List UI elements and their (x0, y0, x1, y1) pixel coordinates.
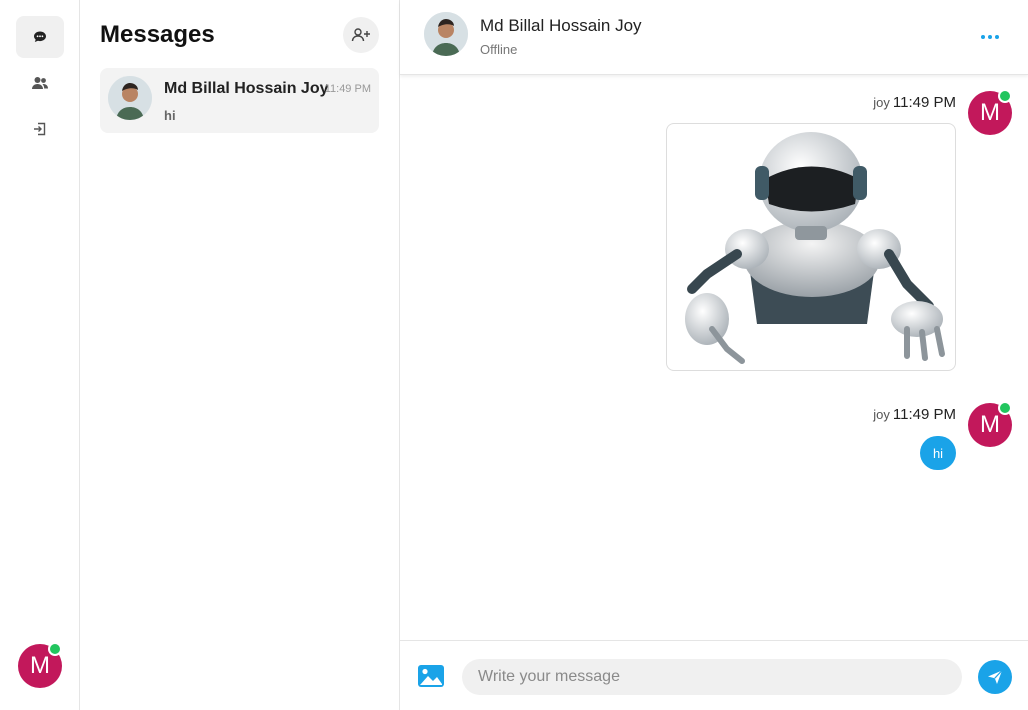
conversation-item[interactable]: Md Billal Hossain Joy 11:49 PM hi (100, 68, 379, 133)
contact-avatar[interactable] (424, 12, 468, 56)
chat-contact-status: Offline (480, 42, 518, 57)
message-time: 11:49 PM (892, 406, 956, 423)
message-composer (400, 640, 1028, 710)
robot-image (685, 132, 945, 364)
online-indicator (998, 89, 1012, 103)
avatar-initial: M (30, 652, 50, 679)
logout-icon (34, 122, 46, 136)
image-icon (418, 665, 444, 687)
more-options-button[interactable] (976, 26, 1004, 48)
users-icon (32, 77, 48, 89)
avatar-initial: M (980, 411, 1000, 438)
chat-panel: Md Billal Hossain Joy Offline joy 11:49 P… (400, 0, 1028, 710)
online-indicator (48, 642, 62, 656)
add-contact-button[interactable] (343, 17, 379, 53)
message-meta: joy 11:49 PM (873, 406, 956, 423)
message-time: 11:49 PM (892, 94, 956, 111)
conversation-last-message: hi (164, 108, 176, 123)
chat-contact-name: Md Billal Hossain Joy (480, 16, 642, 35)
contact-avatar (108, 76, 152, 120)
nav-logout-button[interactable] (16, 108, 64, 150)
conversation-time: 11:49 PM (324, 83, 371, 95)
send-icon (988, 670, 1003, 684)
nav-chats-button[interactable] (16, 16, 64, 58)
chat-header: Md Billal Hossain Joy Offline (400, 0, 1028, 75)
conversation-name: Md Billal Hossain Joy (164, 80, 329, 97)
more-icon (981, 35, 985, 39)
message-meta: joy 11:49 PM (873, 94, 956, 111)
app: M Messages Md Billal Hossain Joy 11:49 P… (0, 0, 1028, 710)
message-input[interactable] (462, 659, 962, 695)
add-user-icon (351, 28, 370, 42)
page-title: Messages (100, 21, 215, 48)
online-indicator (998, 401, 1012, 415)
send-button[interactable] (978, 660, 1012, 694)
image-upload-button[interactable] (417, 664, 445, 688)
message-sender: joy (873, 407, 890, 422)
nav-rail: M (0, 0, 80, 710)
avatar-initial: M (980, 99, 1000, 126)
message-image[interactable] (666, 123, 956, 371)
chat-icon (34, 31, 46, 42)
message-bubble: hi (920, 436, 956, 470)
conversation-panel: Messages Md Billal Hossain Joy 11:49 PM … (80, 0, 400, 710)
nav-friends-button[interactable] (16, 62, 64, 104)
message-sender: joy (873, 95, 890, 110)
